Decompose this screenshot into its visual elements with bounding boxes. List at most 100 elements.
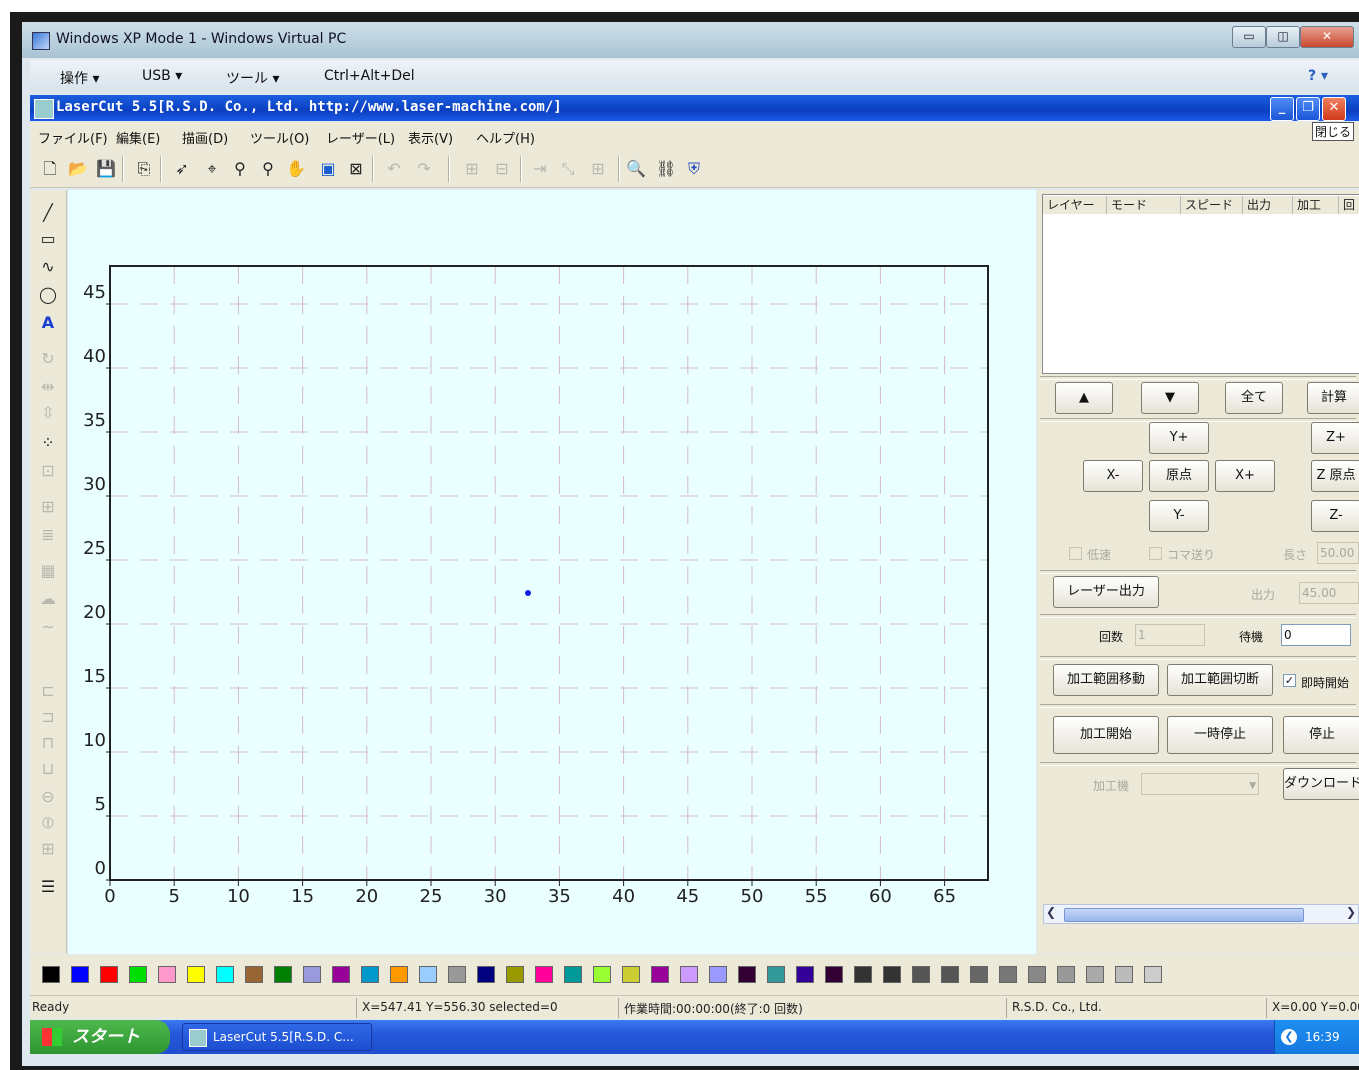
text-tool-icon[interactable]: A: [36, 312, 60, 334]
zoom-in-icon[interactable]: ⚲: [230, 159, 250, 179]
start-button[interactable]: 加工開始: [1053, 716, 1159, 754]
vpc-menu-usb[interactable]: USB ▾: [142, 68, 182, 84]
color-swatch[interactable]: [941, 966, 959, 983]
layer-table[interactable]: レイヤー モード スピード 出力 加工 回: [1042, 194, 1359, 374]
size-tool-icon[interactable]: ⊡: [36, 460, 60, 482]
mirror-h-tool-icon[interactable]: ⇹: [36, 376, 60, 398]
array-tool-icon[interactable]: ⊞: [36, 496, 60, 518]
import-icon[interactable]: ⎘: [134, 159, 154, 179]
vpc-menu-action[interactable]: 操作 ▾: [60, 68, 99, 88]
length-field[interactable]: 50.00: [1317, 542, 1359, 564]
zoom-fit-icon[interactable]: ⊠: [346, 159, 366, 179]
layer-up-button[interactable]: ▲: [1055, 382, 1113, 414]
align-center-v-icon[interactable]: ⦶: [36, 812, 60, 834]
mirror-icon[interactable]: ⤡: [558, 159, 578, 179]
color-swatch[interactable]: [1057, 966, 1075, 983]
origin-button[interactable]: 原点: [1149, 460, 1209, 492]
output-field[interactable]: 45.00: [1299, 582, 1359, 604]
ungroup-icon[interactable]: ⊟: [492, 159, 512, 179]
color-swatch[interactable]: [100, 966, 118, 983]
color-swatch[interactable]: [883, 966, 901, 983]
col-count[interactable]: 回: [1339, 196, 1359, 214]
close-icon[interactable]: ✕: [1300, 26, 1354, 48]
y-minus-button[interactable]: Y-: [1149, 500, 1209, 532]
color-swatch[interactable]: [709, 966, 727, 983]
col-output[interactable]: 出力: [1243, 196, 1293, 214]
x-plus-button[interactable]: X+: [1215, 460, 1275, 492]
align-top-icon[interactable]: ⊓: [36, 732, 60, 754]
polyline-tool-icon[interactable]: ∿: [36, 256, 60, 278]
hatch-tool-icon[interactable]: ≣: [36, 524, 60, 546]
color-swatch[interactable]: [535, 966, 553, 983]
vpc-menu-tools[interactable]: ツール ▾: [226, 68, 279, 88]
horizontal-scrollbar[interactable]: ❮ ❯: [1043, 904, 1359, 924]
open-file-icon[interactable]: 📂: [68, 159, 88, 179]
flip-icon[interactable]: ⇥: [530, 159, 550, 179]
menu-view[interactable]: 表示(V): [408, 128, 453, 147]
layers-tool-icon[interactable]: ☰: [36, 876, 60, 898]
layer-down-button[interactable]: ▼: [1141, 382, 1199, 414]
color-swatch[interactable]: [274, 966, 292, 983]
color-swatch[interactable]: [593, 966, 611, 983]
zoom-page-icon[interactable]: ▣: [318, 159, 338, 179]
color-swatch[interactable]: [390, 966, 408, 983]
rectangle-tool-icon[interactable]: ▭: [36, 228, 60, 250]
node-edit-icon[interactable]: ⌖: [202, 159, 222, 179]
color-swatch[interactable]: [912, 966, 930, 983]
color-swatch[interactable]: [477, 966, 495, 983]
redo-icon[interactable]: ↷: [414, 159, 434, 179]
minimize-icon[interactable]: ▭: [1232, 26, 1266, 48]
new-file-icon[interactable]: 🗋: [40, 159, 60, 179]
color-swatch[interactable]: [129, 966, 147, 983]
col-process[interactable]: 加工: [1293, 196, 1339, 214]
app-close-icon[interactable]: ✕: [1322, 97, 1346, 121]
x-minus-button[interactable]: X-: [1083, 460, 1143, 492]
maximize-icon[interactable]: ◫: [1266, 26, 1300, 48]
undo-icon[interactable]: ↶: [384, 159, 404, 179]
color-swatch[interactable]: [216, 966, 234, 983]
align-bottom-icon[interactable]: ⊔: [36, 758, 60, 780]
menu-draw[interactable]: 描画(D): [182, 128, 228, 147]
device-icon[interactable]: ⛨: [684, 159, 704, 179]
immediate-checkbox[interactable]: ✓: [1283, 674, 1296, 687]
app-restore-icon[interactable]: ❐: [1296, 97, 1320, 121]
color-swatch[interactable]: [506, 966, 524, 983]
color-swatch[interactable]: [796, 966, 814, 983]
z-minus-button[interactable]: Z-: [1311, 500, 1359, 532]
col-layer[interactable]: レイヤー: [1043, 196, 1107, 214]
path-icon[interactable]: ⛓: [656, 159, 676, 179]
rotate-tool-icon[interactable]: ↻: [36, 348, 60, 370]
color-swatch[interactable]: [71, 966, 89, 983]
color-swatch[interactable]: [622, 966, 640, 983]
line-tool-icon[interactable]: ╱: [36, 202, 60, 224]
tray-back-icon[interactable]: ❮: [1281, 1029, 1297, 1045]
dot-tool-icon[interactable]: ⁘: [36, 432, 60, 454]
pause-button[interactable]: 一時停止: [1167, 716, 1273, 754]
save-icon[interactable]: 💾: [96, 159, 116, 179]
start-button[interactable]: スタート: [30, 1020, 170, 1054]
z-origin-button[interactable]: Z 原点: [1311, 460, 1359, 492]
drawing-canvas[interactable]: 0 5 10 15 20 25 30 35 40 45 50 55 60 65 45 40 35 30 25 20 15…: [68, 190, 1036, 954]
laser-output-button[interactable]: レーザー出力: [1053, 576, 1159, 608]
distribute-icon[interactable]: ⊞: [36, 838, 60, 860]
ellipse-tool-icon[interactable]: ◯: [36, 284, 60, 306]
scroll-right-icon[interactable]: ❯: [1346, 905, 1356, 919]
stop-button[interactable]: 停止: [1283, 716, 1359, 754]
color-swatch[interactable]: [332, 966, 350, 983]
color-swatch[interactable]: [999, 966, 1017, 983]
zoom-out-icon[interactable]: ⚲: [258, 159, 278, 179]
color-swatch[interactable]: [158, 966, 176, 983]
color-swatch[interactable]: [767, 966, 785, 983]
color-swatch[interactable]: [303, 966, 321, 983]
help-icon[interactable]: ? ▾: [1308, 68, 1328, 84]
smooth-tool-icon[interactable]: ∼: [36, 616, 60, 638]
menu-help[interactable]: ヘルプ(H): [476, 128, 535, 147]
taskbar-item-lasercut[interactable]: LaserCut 5.5[R.S.D. C...: [182, 1023, 372, 1051]
wait-field[interactable]: 0: [1281, 624, 1351, 646]
step-checkbox[interactable]: [1149, 547, 1162, 560]
align-left-icon[interactable]: ⊏: [36, 680, 60, 702]
color-swatch[interactable]: [738, 966, 756, 983]
menu-tools[interactable]: ツール(O): [250, 128, 309, 147]
pan-hand-icon[interactable]: ✋: [286, 159, 306, 179]
color-swatch[interactable]: [187, 966, 205, 983]
